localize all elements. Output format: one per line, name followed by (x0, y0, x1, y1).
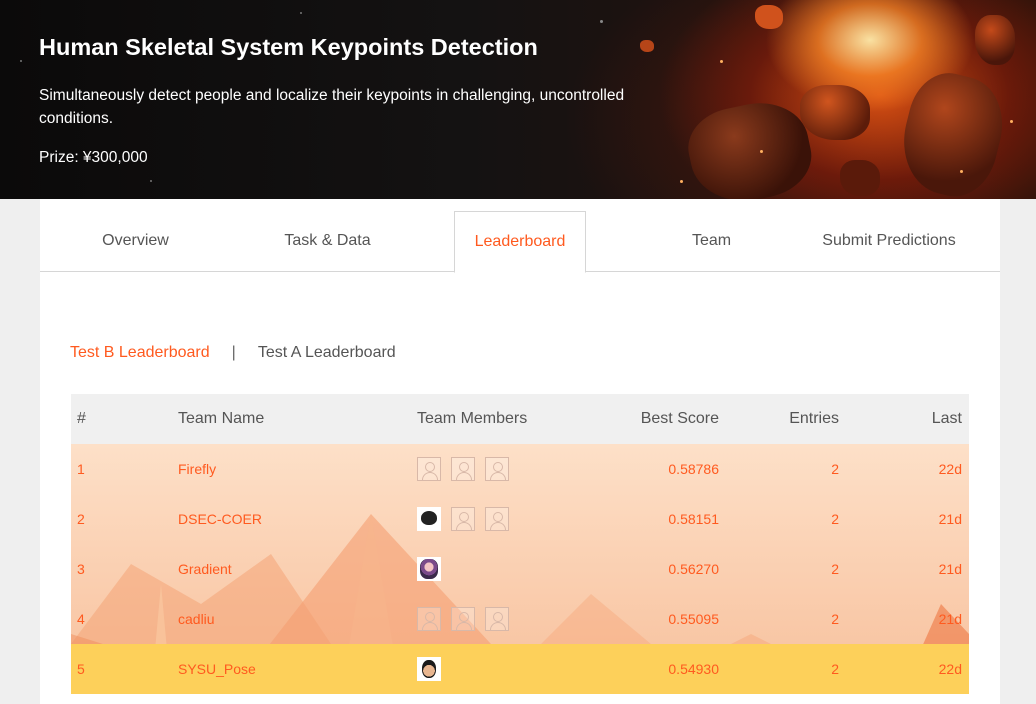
last-submission: 21d (938, 611, 962, 627)
col-team-name-header: Team Name (178, 410, 265, 427)
member-avatar[interactable] (417, 657, 441, 681)
table-row[interactable]: 3 Gradient 0.56270 2 21d (71, 544, 969, 594)
hero-spark (960, 170, 963, 173)
col-entries-header: Entries (789, 410, 839, 427)
subtab-test-b[interactable]: Test B Leaderboard (70, 344, 210, 362)
hero-star (20, 60, 22, 62)
row-rank: 1 (77, 461, 85, 477)
member-avatar[interactable] (417, 557, 441, 581)
table-body: 1 Firefly 0.58786 2 22d 2 DSEC-COER 0.58… (71, 444, 969, 694)
member-avatar-placeholder-icon[interactable] (417, 607, 441, 631)
col-last-header: Last (931, 410, 962, 427)
team-name-link[interactable]: SYSU_Pose (178, 644, 256, 694)
hero-rock (800, 85, 870, 140)
table-row[interactable]: 4 cadliu 0.55095 2 21d (71, 594, 969, 644)
entries-count: 2 (831, 511, 839, 527)
member-avatar-placeholder-icon[interactable] (451, 507, 475, 531)
member-avatar-placeholder-icon[interactable] (485, 457, 509, 481)
team-members (417, 657, 451, 681)
subtab-test-a[interactable]: Test A Leaderboard (258, 344, 396, 362)
row-rank: 5 (77, 661, 85, 677)
row-rank: 2 (77, 511, 85, 527)
tab-bar: Overview Task & Data Leaderboard Team Su… (40, 199, 1000, 273)
hero-star (300, 12, 302, 14)
best-score: 0.58786 (668, 461, 719, 477)
col-team-members-header: Team Members (417, 410, 528, 427)
hero-rock (755, 5, 783, 29)
entries-count: 2 (831, 661, 839, 677)
entries-count: 2 (831, 611, 839, 627)
last-submission: 22d (938, 661, 962, 677)
main-panel: Overview Task & Data Leaderboard Team Su… (40, 199, 1000, 704)
best-score: 0.54930 (668, 661, 719, 677)
hero-spark (720, 60, 723, 63)
team-members (417, 457, 519, 481)
hero-rock (681, 93, 819, 199)
hero-banner: Human Skeletal System Keypoints Detectio… (0, 0, 1036, 199)
last-submission: 21d (938, 561, 962, 577)
member-avatar-placeholder-icon[interactable] (417, 457, 441, 481)
hero-star (150, 180, 152, 182)
best-score: 0.56270 (668, 561, 719, 577)
table-row[interactable]: 1 Firefly 0.58786 2 22d (71, 444, 969, 494)
tab-submit-predictions[interactable]: Submit Predictions (810, 211, 968, 272)
best-score: 0.55095 (668, 611, 719, 627)
hero-rock (975, 15, 1015, 65)
best-score: 0.58151 (668, 511, 719, 527)
row-rank: 4 (77, 611, 85, 627)
table-row-highlighted[interactable]: 5 SYSU_Pose 0.54930 2 22d (71, 644, 969, 694)
tab-overview[interactable]: Overview (68, 211, 203, 272)
team-members (417, 507, 519, 531)
hero-spark (760, 150, 763, 153)
hero-rock (840, 160, 880, 196)
member-avatar[interactable] (417, 507, 441, 531)
col-best-score-header: Best Score (640, 410, 719, 427)
entries-count: 2 (831, 561, 839, 577)
member-avatar-placeholder-icon[interactable] (451, 607, 475, 631)
member-avatar-placeholder-icon[interactable] (485, 507, 509, 531)
page-description: Simultaneously detect people and localiz… (39, 87, 625, 127)
team-name-link[interactable]: DSEC-COER (178, 494, 262, 544)
entries-count: 2 (831, 461, 839, 477)
row-rank: 3 (77, 561, 85, 577)
last-submission: 21d (938, 511, 962, 527)
hero-spark (1010, 120, 1013, 123)
member-avatar-placeholder-icon[interactable] (451, 457, 475, 481)
team-members (417, 557, 451, 581)
subtab-separator: | (231, 344, 236, 361)
member-avatar-placeholder-icon[interactable] (485, 607, 509, 631)
hero-rock (640, 40, 654, 52)
hero-spark (680, 180, 683, 183)
hero-rock (891, 65, 1014, 199)
team-members (417, 607, 519, 631)
team-name-link[interactable]: cadliu (178, 594, 215, 644)
leaderboard-table: # Team Name Team Members Best Score Entr… (71, 394, 969, 694)
leaderboard-switcher: Test B Leaderboard | Test A Leaderboard (70, 344, 396, 362)
table-row[interactable]: 2 DSEC-COER 0.58151 2 21d (71, 494, 969, 544)
prize-text: Prize: ¥300,000 (39, 149, 148, 166)
team-name-link[interactable]: Gradient (178, 544, 232, 594)
table-header: # Team Name Team Members Best Score Entr… (71, 394, 969, 444)
hero-spark (600, 20, 603, 23)
team-name-link[interactable]: Firefly (178, 444, 216, 494)
tab-task-data[interactable]: Task & Data (260, 211, 395, 272)
page-title: Human Skeletal System Keypoints Detectio… (39, 34, 538, 60)
tab-leaderboard[interactable]: Leaderboard (454, 211, 586, 273)
col-rank-header: # (77, 410, 86, 427)
tab-team[interactable]: Team (644, 211, 779, 272)
last-submission: 22d (938, 461, 962, 477)
